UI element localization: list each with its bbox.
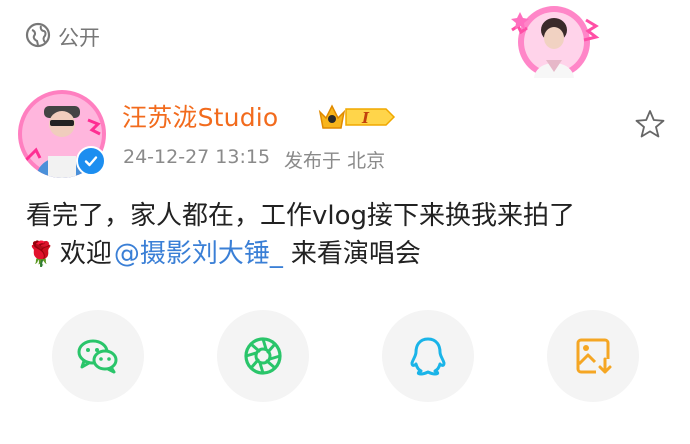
save-image-icon [576, 338, 614, 377]
member-level-badge[interactable]: I [318, 100, 396, 134]
qq-icon [410, 337, 446, 376]
avatar[interactable] [18, 90, 106, 178]
post-timestamp: 24-12-27 13:15 [123, 146, 271, 168]
post-line-2-suffix: 来看演唱会 [290, 239, 421, 269]
author-name[interactable]: 汪苏泷Studio [122, 98, 278, 134]
rose-emoji: 🌹 [26, 240, 56, 268]
wechat-icon [77, 339, 118, 374]
share-moments-button[interactable] [217, 310, 309, 402]
post-meta: 24-12-27 13:15 发布于 北京 [123, 146, 385, 173]
favorite-star-icon[interactable] [634, 108, 666, 140]
mention-link[interactable]: @摄影刘大锤_ [114, 235, 283, 273]
decoration-sticker[interactable] [502, 0, 604, 84]
share-row [52, 310, 642, 402]
moments-icon [244, 337, 282, 375]
post-location: 发布于 北京 [284, 150, 386, 172]
share-wechat-button[interactable] [52, 310, 144, 402]
post-line-2-prefix: 欢迎 [59, 239, 112, 269]
save-image-button[interactable] [547, 310, 639, 402]
share-qq-button[interactable] [382, 310, 474, 402]
post-line-1: 看完了，家人都在，工作vlog接下来换我来拍了 [26, 201, 576, 231]
post-header: 汪苏泷Studio I 24-12-27 13:15 发布于 北京 [18, 90, 678, 180]
post-content: 看完了，家人都在，工作vlog接下来换我来拍了 🌹 欢迎 @摄影刘大锤_ 来看演… [26, 197, 666, 273]
visibility-indicator: 公开 [25, 22, 100, 52]
badge-level: I [361, 109, 370, 127]
verified-badge [76, 146, 106, 176]
visibility-label: 公开 [58, 26, 100, 50]
check-icon [84, 156, 98, 167]
post-line-2: 🌹 欢迎 @摄影刘大锤_ 来看演唱会 [26, 235, 666, 273]
globe-icon [25, 22, 51, 52]
